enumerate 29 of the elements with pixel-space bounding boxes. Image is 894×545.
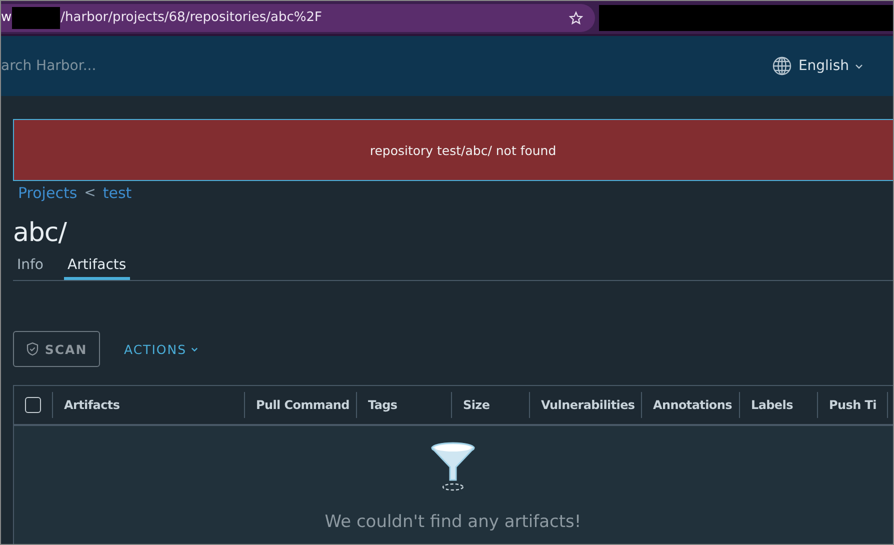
select-all-checkbox[interactable] xyxy=(25,397,41,413)
page-title: abc/ xyxy=(13,218,68,248)
search-field[interactable]: arch Harbor... xyxy=(1,58,201,74)
star-icon[interactable] xyxy=(569,10,583,24)
caret-icon xyxy=(190,346,198,352)
url-field[interactable]: w /harbor/projects/68/repositories/abc%2F xyxy=(1,4,595,32)
redacted-block xyxy=(12,6,60,28)
column-header[interactable]: Vulnerabilities xyxy=(541,398,635,412)
breadcrumb-separator: < xyxy=(84,185,96,201)
globe-icon xyxy=(772,56,792,76)
column-header[interactable]: Artifacts xyxy=(64,398,120,412)
breadcrumb-link[interactable]: Projects xyxy=(18,184,78,202)
column-header[interactable]: Labels xyxy=(751,398,793,412)
alert-message: repository test/abc/ not found xyxy=(370,142,556,158)
caret-icon xyxy=(855,64,863,68)
actions-menu[interactable]: ACTIONS xyxy=(114,342,208,356)
breadcrumb-link[interactable]: test xyxy=(102,184,132,202)
column-header[interactable]: Annotations xyxy=(653,398,732,412)
empty-message: We couldn't find any artifacts! xyxy=(324,512,582,532)
scan-button[interactable]: SCAN xyxy=(13,331,100,367)
column-header[interactable]: Tags xyxy=(368,398,398,412)
tab[interactable]: Artifacts xyxy=(64,254,130,280)
tab[interactable]: Info xyxy=(13,254,48,280)
column-header[interactable]: Push Ti xyxy=(829,398,876,412)
column-header[interactable]: Size xyxy=(463,398,490,412)
column-header[interactable]: Pull Command xyxy=(256,398,350,412)
language-menu[interactable]: English xyxy=(772,56,863,76)
shield-icon xyxy=(26,342,39,356)
funnel-icon xyxy=(429,440,477,492)
